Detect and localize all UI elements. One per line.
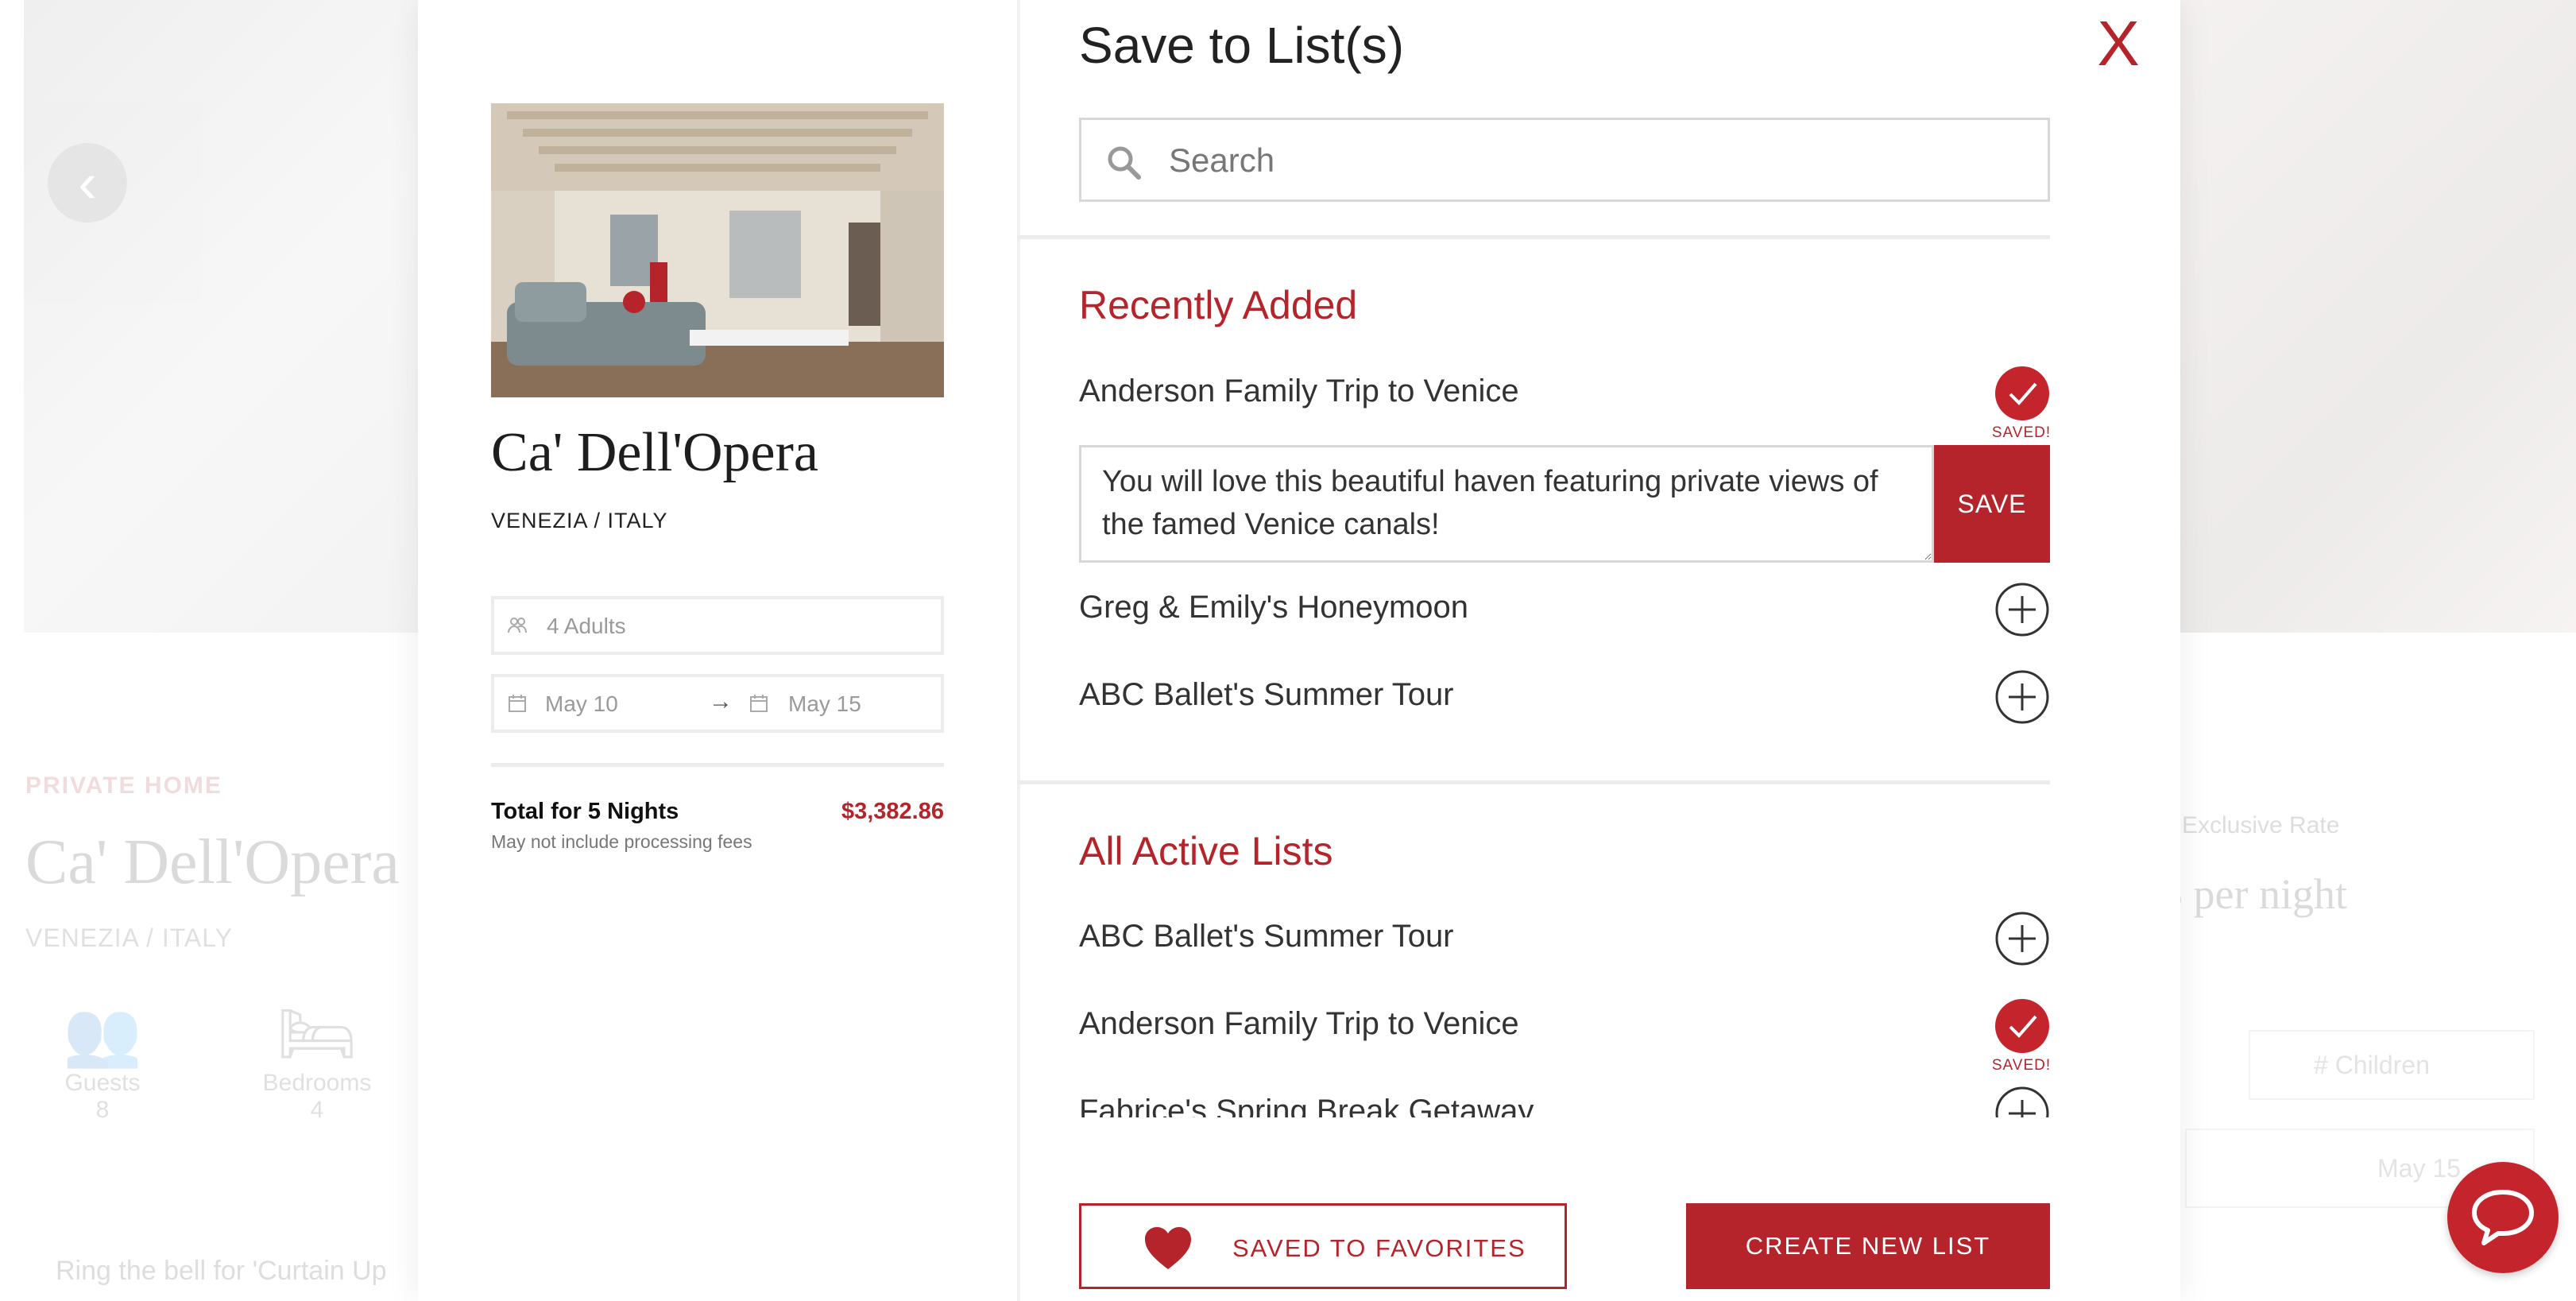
date-range-arrow-icon: →: [709, 688, 733, 714]
calendar-icon: [750, 695, 768, 712]
chat-bubble-icon: [2472, 1190, 2534, 1245]
list-item-label: ABC Ballet's Summer Tour: [1079, 677, 1454, 712]
favorites-label: SAVED TO FAVORITES: [1232, 1234, 1526, 1262]
background-property-title: Ca' Dell'Opera: [25, 827, 400, 897]
modal-column-divider: [1017, 0, 1020, 1301]
background-rate-label: Exclusive Rate: [2182, 812, 2340, 838]
note-editor: You will love this beautiful haven featu…: [1079, 445, 2050, 563]
guests-icon: 👥: [63, 998, 142, 1069]
background-property-location: VENEZIA / ITALY: [25, 923, 233, 952]
section-divider: [1017, 780, 2050, 784]
list-item-label: Greg & Emily's Honeymoon: [1079, 590, 1469, 625]
check-in-date[interactable]: May 10: [545, 691, 618, 717]
create-new-list-button[interactable]: CREATE NEW LIST: [1686, 1203, 2050, 1289]
background-per-night: 5 per night: [2161, 870, 2347, 918]
all-active-lists-scroll[interactable]: ABC Ballet's Summer Tour Anderson Family…: [1079, 895, 2050, 1117]
background-stat-bedrooms: 🛏 Bedrooms 4: [242, 998, 393, 1124]
saved-tag: SAVED!: [1991, 1057, 2050, 1074]
property-name: Ca' Dell'Opera: [491, 422, 819, 483]
guests-field[interactable]: 4 Adults: [491, 596, 944, 655]
close-button[interactable]: X: [2087, 8, 2150, 79]
add-plus-icon[interactable]: [1994, 582, 2050, 637]
list-item: ABC Ballet's Summer Tour: [1079, 669, 2050, 733]
saved-check-icon[interactable]: [1994, 366, 2050, 421]
background-children-select: # Children: [2249, 1030, 2535, 1100]
save-note-button[interactable]: SAVE: [1934, 445, 2050, 563]
note-textarea[interactable]: You will love this beautiful haven featu…: [1079, 445, 1934, 563]
summary-divider: [491, 763, 944, 767]
total-amount: $3,382.86: [841, 799, 944, 824]
background-gallery-image-left: [24, 0, 421, 633]
chat-button[interactable]: [2447, 1162, 2559, 1273]
saved-check-icon[interactable]: [1994, 998, 2050, 1054]
saved-tag: SAVED!: [1991, 424, 2052, 441]
background-property-type: PRIVATE HOME: [25, 772, 222, 799]
check-out-date[interactable]: May 15: [788, 691, 861, 717]
list-item-label: ABC Ballet's Summer Tour: [1079, 919, 1454, 954]
search-input[interactable]: [1169, 123, 2027, 198]
add-plus-icon[interactable]: [1994, 669, 2050, 725]
list-item-label: Anderson Family Trip to Venice: [1079, 1006, 1519, 1041]
all-active-lists-title: All Active Lists: [1079, 829, 1333, 873]
background-description: Ring the bell for 'Curtain Up: [56, 1256, 387, 1286]
bed-icon: 🛏: [277, 998, 358, 1069]
list-item-label: Fabrice's Spring Break Getaway: [1079, 1094, 1534, 1117]
list-item: Fabrice's Spring Break Getaway: [1079, 1086, 2050, 1117]
list-item: Anderson Family Trip to Venice SAVED!: [1079, 998, 2050, 1074]
background-stat-guests: 👥 Guests 8: [27, 998, 178, 1124]
total-label: Total for 5 Nights: [491, 799, 679, 824]
saved-to-favorites-button[interactable]: SAVED TO FAVORITES: [1079, 1203, 1567, 1289]
dates-field[interactable]: May 10 → May 15: [491, 674, 944, 733]
save-to-list-modal: Ca' Dell'Opera VENEZIA / ITALY 4 Adults …: [418, 0, 2180, 1301]
list-item: Anderson Family Trip to Venice SAVED!: [1079, 366, 2050, 441]
background-gallery-image-right: [2179, 0, 2576, 633]
search-icon: [1108, 146, 1141, 180]
add-plus-icon[interactable]: [1994, 1086, 2050, 1117]
add-plus-icon[interactable]: [1994, 911, 2050, 966]
search-divider: [1017, 235, 2050, 239]
modal-title: Save to List(s): [1079, 17, 1405, 74]
property-location: VENEZIA / ITALY: [491, 509, 668, 532]
calendar-icon: [509, 695, 526, 712]
list-item: Greg & Emily's Honeymoon: [1079, 582, 2050, 645]
heart-icon: [1145, 1227, 1191, 1269]
recently-added-title: Recently Added: [1079, 283, 1358, 327]
gallery-prev-arrow-icon: ‹: [48, 143, 127, 223]
property-photo: [491, 103, 944, 397]
guests-value: 4 Adults: [547, 614, 626, 638]
list-item-label: Anderson Family Trip to Venice: [1079, 374, 1519, 408]
total-note: May not include processing fees: [491, 831, 752, 852]
list-search-box[interactable]: [1079, 118, 2050, 202]
list-item: ABC Ballet's Summer Tour: [1079, 911, 2050, 974]
guests-icon: [508, 618, 527, 633]
